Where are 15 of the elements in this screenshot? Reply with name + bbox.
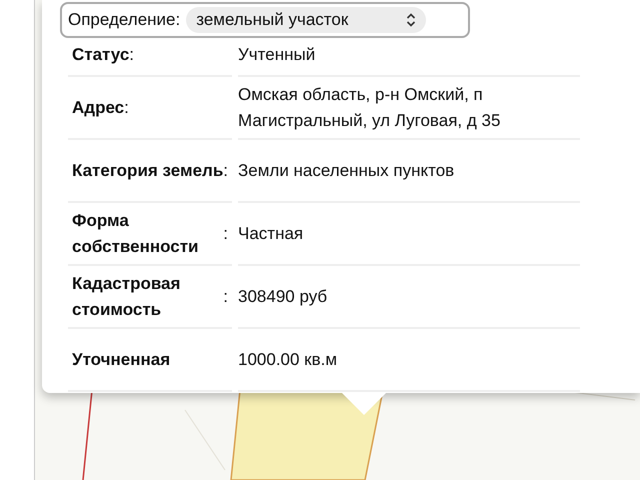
field-label: Адрес: [68,77,232,140]
type-dropdown[interactable]: земельный участок [186,7,426,33]
field-value: Омская область, р-н Омский, п Магистральный, ул Луговая, д 35 [238,77,580,140]
chevron-icon [406,12,416,28]
field-label: Статус: [68,34,232,77]
field-label: Кадастровая стоимость: [68,266,232,329]
field-label: Форма собственности: [68,203,232,266]
field-value: Земли населенных пунктов [238,140,580,203]
field-label: Категория земель: [68,140,232,203]
field-label: Уточненная [68,329,232,392]
field-value: 1000.00 кв.м [238,329,580,392]
field-value: Частная [238,203,580,266]
field-value: 308490 руб [238,266,580,329]
field-value: Учтенный [238,34,580,77]
selector-label: Определение: [68,10,180,30]
